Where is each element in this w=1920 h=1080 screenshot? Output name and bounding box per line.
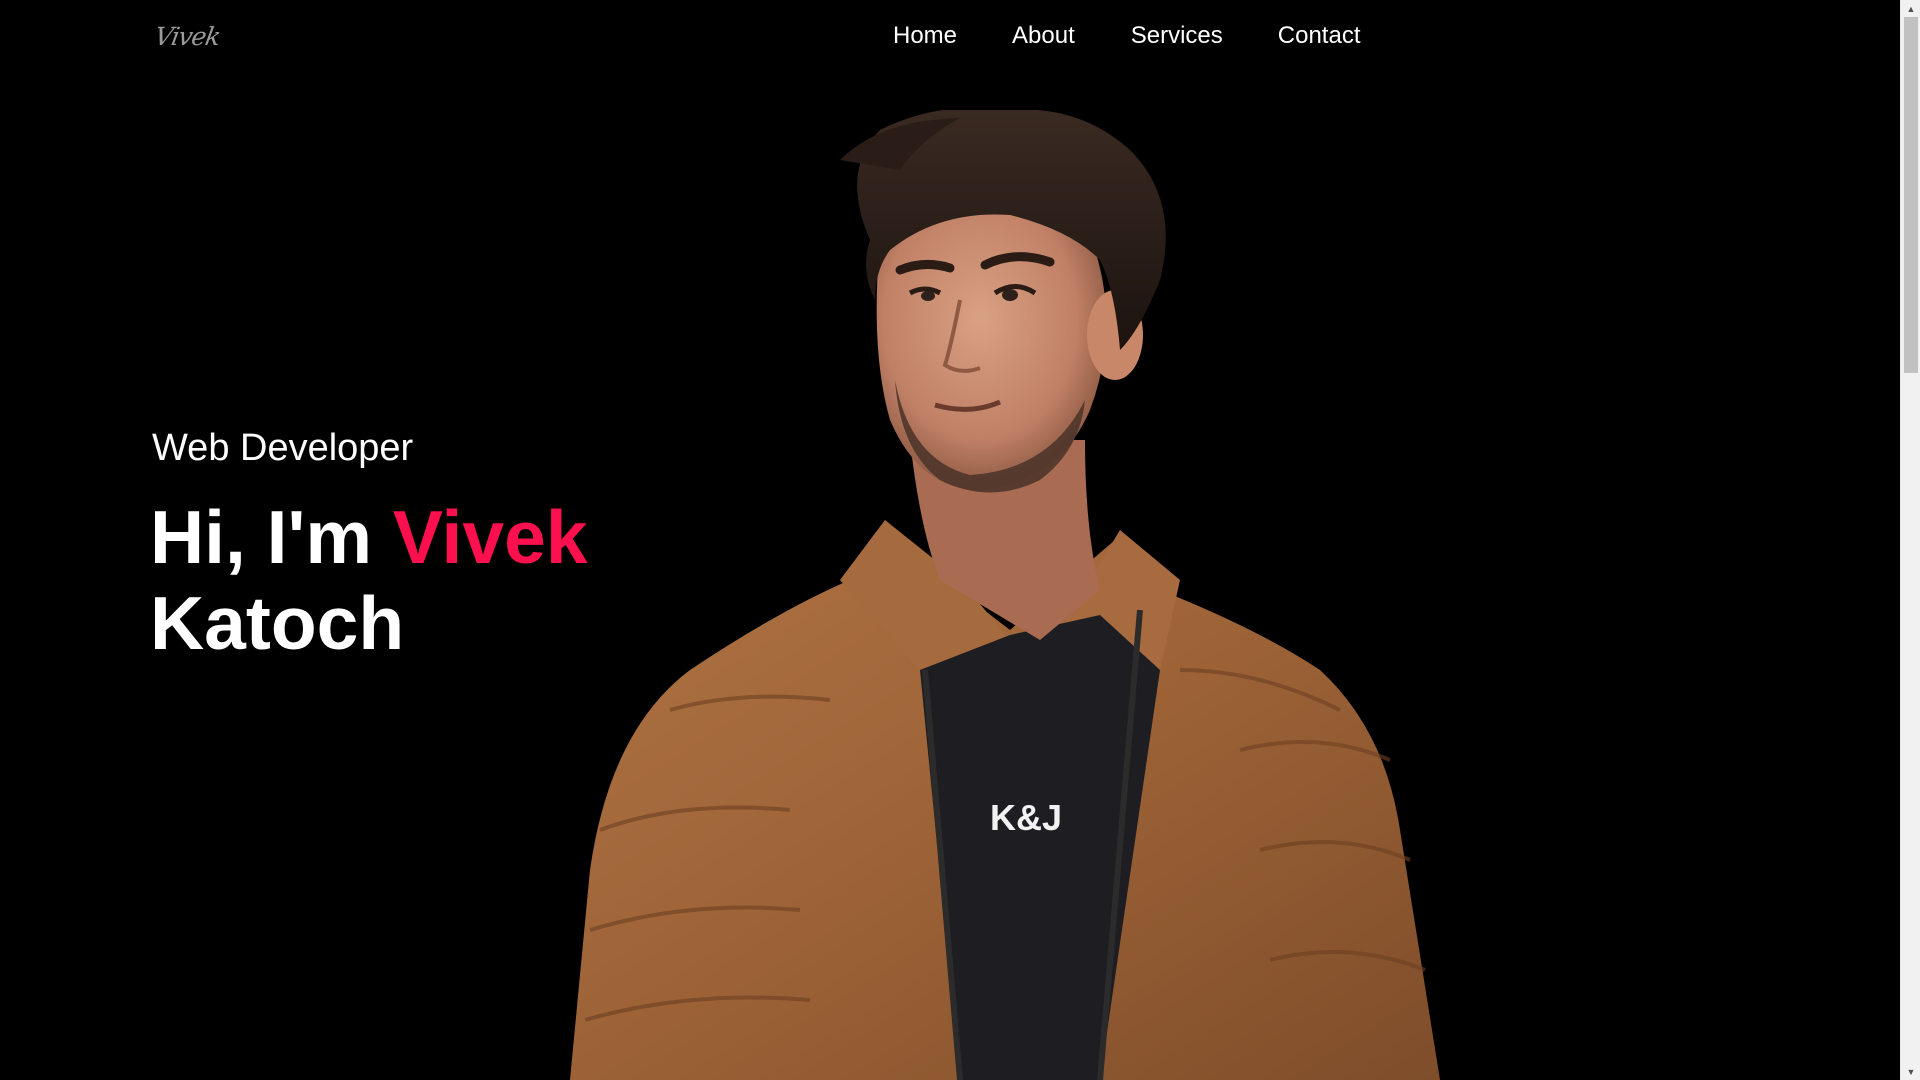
hero-last-name: Katoch [150,581,405,665]
hero-greeting: Hi, I'm [150,495,373,579]
hero-first-name: Vivek [392,495,588,579]
profile-portrait-image: K&J [570,110,1440,1080]
nav-contact-link[interactable]: Contact [1278,20,1361,52]
nav-services-link[interactable]: Services [1131,20,1223,52]
page: Vivek Home About Services Contact K&J We… [0,0,1900,1080]
shirt-print-text: K&J [990,797,1062,838]
scroll-down-arrow-icon[interactable]: ▼ [1901,1063,1920,1080]
nav-about-link[interactable]: About [1012,20,1075,52]
main-nav: Home About Services Contact [893,20,1361,52]
hero-role-text: Web Developer [152,427,414,469]
scrollbar-thumb[interactable] [1904,17,1918,373]
site-logo[interactable]: Vivek [152,22,222,51]
vertical-scrollbar[interactable]: ▲ ▼ [1900,0,1920,1080]
nav-home-link[interactable]: Home [893,20,957,52]
hero-headline: Hi, I'm Vivek Katoch [150,494,588,666]
scroll-up-arrow-icon[interactable]: ▲ [1901,0,1920,17]
